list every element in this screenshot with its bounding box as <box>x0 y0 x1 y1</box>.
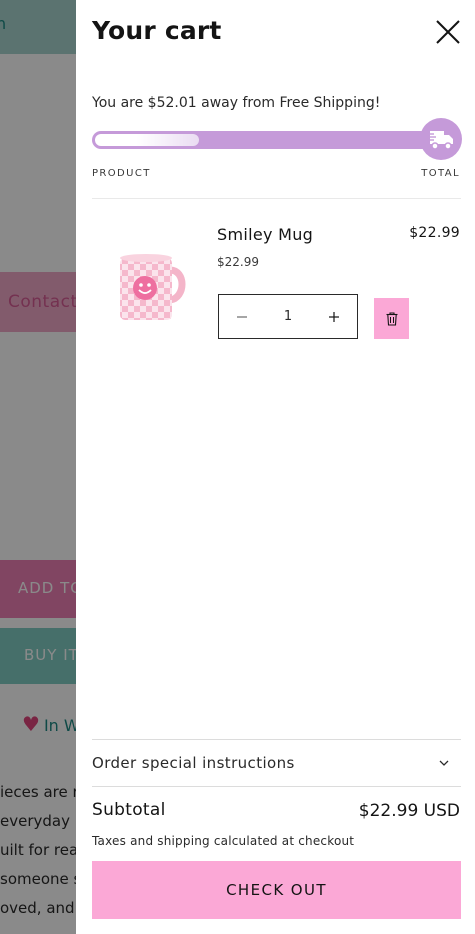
shipping-progress-bar <box>92 131 446 149</box>
cart-drawer: Your cart You are $52.01 away from Free … <box>76 0 475 934</box>
order-instructions-label: Order special instructions <box>92 754 295 772</box>
product-line-total: $22.99 <box>409 225 460 241</box>
close-button[interactable] <box>432 16 464 48</box>
cart-title: Your cart <box>92 16 222 45</box>
chevron-down-icon <box>439 760 449 766</box>
close-icon <box>436 20 460 44</box>
shipping-truck-badge <box>420 118 462 160</box>
quantity-input[interactable]: 1 <box>265 309 311 324</box>
subtotal-value: $22.99 USD <box>358 801 460 821</box>
product-name[interactable]: Smiley Mug <box>217 225 313 244</box>
product-image[interactable] <box>116 240 194 328</box>
checkout-button[interactable]: CHECK OUT <box>92 861 461 919</box>
shipping-progress-fill <box>95 134 199 146</box>
increase-quantity-button[interactable] <box>311 295 357 338</box>
minus-icon <box>237 315 247 318</box>
decrease-quantity-button[interactable] <box>219 295 265 338</box>
free-shipping-message: You are $52.01 away from Free Shipping! <box>92 95 381 111</box>
product-unit-price: $22.99 <box>217 255 259 269</box>
column-label-product: PRODUCT <box>92 168 151 179</box>
subtotal-label: Subtotal <box>92 800 166 820</box>
tax-note: Taxes and shipping calculated at checkou… <box>92 834 355 848</box>
plus-icon <box>329 311 339 322</box>
trash-icon <box>386 311 397 326</box>
truck-icon <box>427 131 453 150</box>
divider <box>92 198 461 199</box>
order-instructions-toggle[interactable]: Order special instructions <box>92 740 461 786</box>
smiley-mug-image <box>120 254 186 320</box>
quantity-stepper: 1 <box>218 294 358 339</box>
remove-item-button[interactable] <box>374 298 409 339</box>
column-label-total: TOTAL <box>421 168 460 179</box>
divider <box>92 786 461 787</box>
